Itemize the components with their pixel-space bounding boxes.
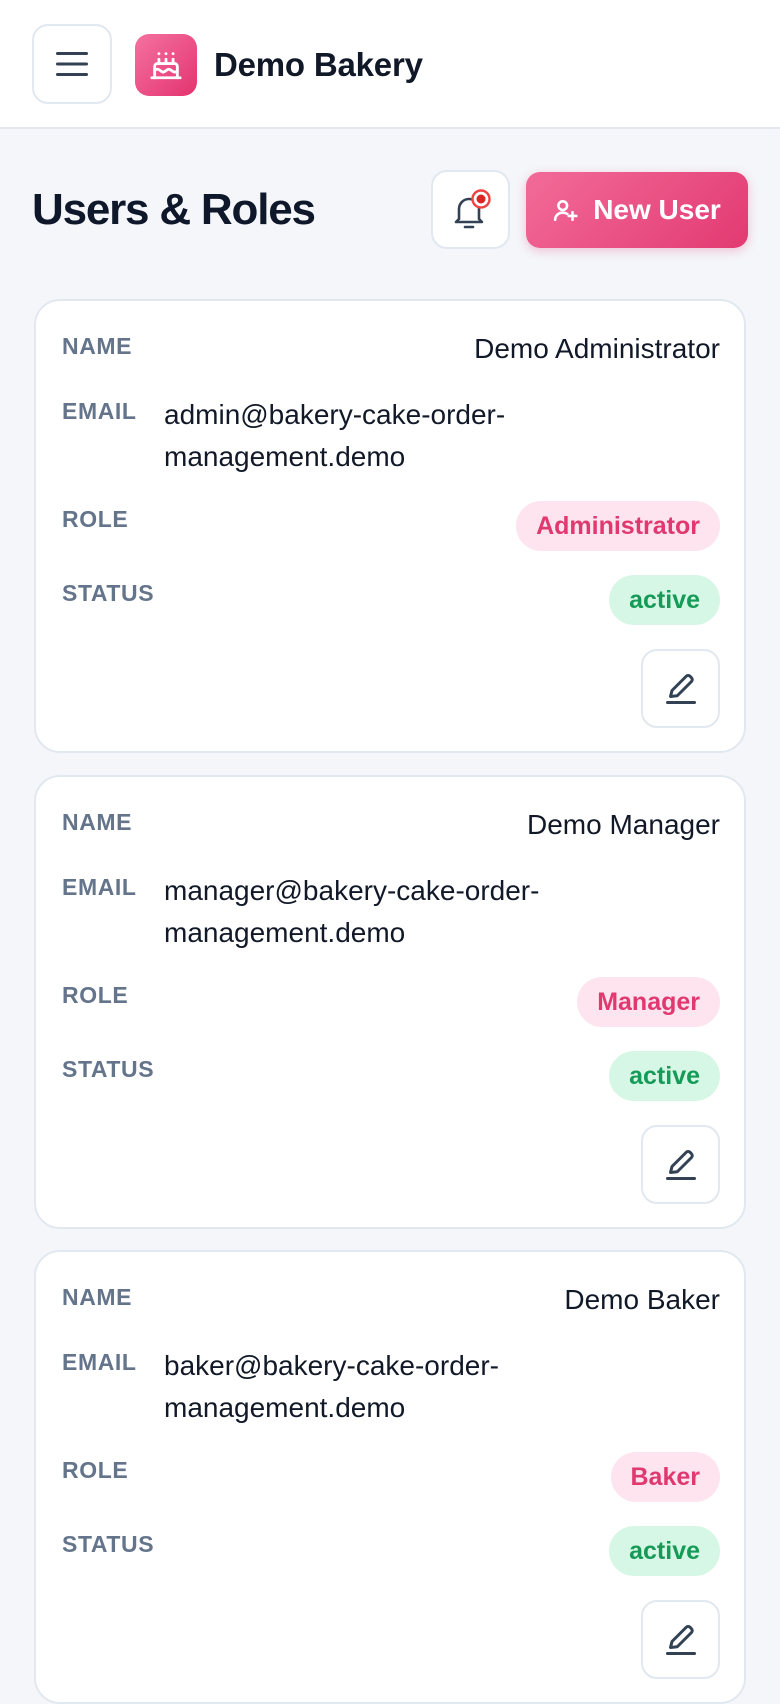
edit-user-button[interactable] — [641, 1600, 720, 1679]
notifications-button[interactable] — [431, 170, 510, 249]
status-label: STATUS — [62, 1531, 155, 1557]
user-email: manager@bakery-cake-order- management.de… — [164, 870, 584, 954]
user-card: NAME Demo Baker EMAIL baker@bakery-cake-… — [34, 1250, 746, 1704]
name-label: NAME — [62, 333, 133, 359]
user-card: NAME Demo Administrator EMAIL admin@bake… — [34, 299, 746, 753]
email-label: EMAIL — [62, 874, 137, 900]
role-label: ROLE — [62, 506, 129, 532]
user-email: baker@bakery-cake-order- management.demo — [164, 1345, 584, 1429]
role-label: ROLE — [62, 982, 129, 1008]
user-email: admin@bakery-cake-order- management.demo — [164, 394, 584, 478]
pencil-icon — [665, 1149, 696, 1180]
bell-icon — [454, 188, 491, 228]
user-email-line: admin@bakery-cake-order- — [164, 399, 506, 430]
user-email-line: management.demo — [164, 441, 406, 472]
role-badge: Administrator — [516, 501, 720, 551]
name-label: NAME — [62, 809, 133, 835]
user-name: Demo Manager — [527, 809, 720, 840]
status-label: STATUS — [62, 580, 155, 606]
email-label: EMAIL — [62, 1349, 137, 1375]
user-email-line: management.demo — [164, 917, 406, 948]
menu-button[interactable] — [32, 24, 112, 104]
status-badge: active — [609, 1051, 720, 1101]
user-plus-icon — [554, 200, 578, 222]
edit-user-button[interactable] — [641, 1125, 720, 1204]
name-label: NAME — [62, 1284, 133, 1310]
pencil-icon — [665, 673, 696, 704]
status-label: STATUS — [62, 1056, 155, 1082]
top-bar: Demo Bakery — [0, 0, 780, 129]
user-card: NAME Demo Manager EMAIL manager@bakery-c… — [34, 775, 746, 1229]
edit-user-button[interactable] — [641, 649, 720, 728]
brand-name: Demo Bakery — [214, 46, 423, 83]
hamburger-menu-icon — [56, 52, 88, 76]
role-badge: Manager — [577, 977, 720, 1027]
brand-logo[interactable] — [135, 34, 197, 96]
user-email-line: management.demo — [164, 1392, 406, 1423]
new-user-button[interactable]: New User — [526, 172, 748, 248]
role-badge: Baker — [610, 1452, 720, 1502]
user-name: Demo Administrator — [474, 333, 720, 364]
cake-icon — [150, 52, 182, 80]
user-email-line: baker@bakery-cake-order- — [164, 1350, 499, 1381]
status-badge: active — [609, 1526, 720, 1576]
email-label: EMAIL — [62, 398, 137, 424]
user-name: Demo Baker — [564, 1284, 720, 1315]
page-title: Users & Roles — [32, 185, 316, 234]
role-label: ROLE — [62, 1457, 129, 1483]
user-email-line: manager@bakery-cake-order- — [164, 875, 540, 906]
pencil-icon — [665, 1624, 696, 1655]
status-badge: active — [609, 575, 720, 625]
new-user-label: New User — [593, 194, 721, 225]
